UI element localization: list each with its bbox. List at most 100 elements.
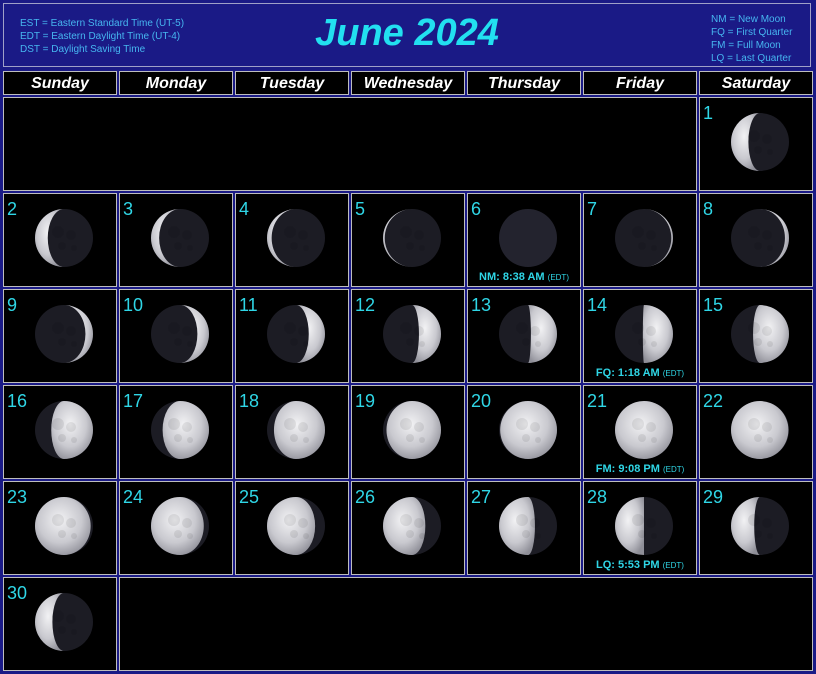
event-time: LQ: 5:53 PM [596,559,663,571]
moon-phase-icon [499,401,557,459]
day-cell[interactable]: 13 [467,289,581,383]
day-number: 27 [471,487,492,507]
day-cell[interactable]: 14 FQ: 1:18 AM (EDT) [583,289,697,383]
day-cell[interactable]: 4 [235,193,349,287]
day-cell[interactable]: 17 [119,385,233,479]
moon-phase-icon [35,497,93,555]
moon-phase-icon [151,305,209,363]
day-cell[interactable]: 7 [583,193,697,287]
day-cell[interactable]: 11 [235,289,349,383]
day-cell[interactable]: 22 [699,385,813,479]
moon-phase-icon [731,497,789,555]
weekday-header-friday: Friday [583,71,697,95]
moon-phase-icon [499,209,557,267]
day-number: 4 [239,199,250,219]
day-number: 11 [239,295,258,315]
day-cell[interactable]: 23 [3,481,117,575]
day-cell[interactable]: 24 [119,481,233,575]
day-cell[interactable]: 20 [467,385,581,479]
day-number: 30 [7,583,28,603]
moon-phase-icon [267,401,325,459]
moon-lit-portion [500,401,557,459]
day-number: 5 [355,199,366,219]
moon-phase-icon [267,209,325,267]
day-cell[interactable]: 30 [3,577,117,671]
day-cell[interactable]: 2 [3,193,117,287]
day-cell[interactable]: 25 [235,481,349,575]
day-number: 26 [355,487,376,507]
day-cell[interactable]: 8 [699,193,813,287]
day-number: 12 [355,295,376,315]
legend-fm: FM = Full Moon [711,40,781,51]
day-cell[interactable]: 28 LQ: 5:53 PM (EDT) [583,481,697,575]
moon-lit-portion [753,305,789,363]
day-number: 2 [7,199,18,219]
day-number: 13 [471,295,492,315]
moon-phase-icon [499,305,557,363]
day-cell[interactable]: 18 [235,385,349,479]
moon-lit-portion [499,497,535,555]
moon-lit-portion [267,497,316,555]
day-cell[interactable]: 10 [119,289,233,383]
day-cell[interactable]: 27 [467,481,581,575]
empty-cells-trailing [119,577,813,671]
moon-phase-icon [151,209,209,267]
event-timezone: (EDT) [662,465,685,474]
day-number: 3 [123,199,134,219]
day-number: 9 [7,295,18,315]
event-time: FM: 9:08 PM [595,463,663,475]
moon-lit-portion [35,497,91,555]
moon-event-label: LQ: 5:53 PM (EDT) [584,559,696,571]
day-cell[interactable]: 1 [699,97,813,191]
weekday-header-sunday: Sunday [3,71,117,95]
day-number: 8 [703,199,714,219]
day-number: 18 [239,391,260,411]
moon-phase-icon [731,401,789,459]
phase-legend: NM = New Moon FQ = First Quarter FM = Fu… [711,13,792,65]
day-number: 25 [239,487,260,507]
moon-phase-icon [731,305,789,363]
day-number: 24 [123,487,144,507]
moon-phase-icon [383,209,441,267]
day-number: 10 [123,295,144,315]
day-cell[interactable]: 15 [699,289,813,383]
legend-fq: FQ = First Quarter [711,27,793,38]
moon-phase-icon [35,401,94,459]
day-cell[interactable]: 19 [351,385,465,479]
moon-phase-icon [615,401,673,459]
day-number: 19 [355,391,376,411]
moon-dark-disc [499,209,557,267]
day-cell[interactable]: 21 FM: 9:08 PM (EDT) [583,385,697,479]
event-time: FQ: 1:18 AM [595,367,663,379]
day-cell[interactable]: 5 [351,193,465,287]
day-number: 16 [7,391,28,411]
day-number: 20 [471,391,492,411]
moon-phase-icon [731,113,789,171]
moon-event-label: NM: 8:38 AM (EDT) [468,271,580,283]
day-cell[interactable]: 6 NM: 8:38 AM (EDT) [467,193,581,287]
moon-phase-icon [267,305,325,363]
calendar-header: EST = Eastern Standard Time (UT-5) EDT =… [3,3,811,67]
event-timezone: (EDT) [662,561,684,570]
moon-phase-icon [499,497,557,555]
moon-phase-icon [383,401,441,459]
moon-phase-icon [267,497,325,555]
moon-phase-icon [151,497,209,555]
weekday-header-saturday: Saturday [699,71,813,95]
day-cell[interactable]: 26 [351,481,465,575]
weekday-header-monday: Monday [119,71,233,95]
day-cell[interactable]: 12 [351,289,465,383]
weekday-header-wednesday: Wednesday [351,71,465,95]
day-number: 15 [703,295,724,315]
moon-phase-icon [383,497,441,555]
day-cell[interactable]: 29 [699,481,813,575]
weekday-header-tuesday: Tuesday [235,71,349,95]
day-number: 1 [703,103,714,123]
day-cell[interactable]: 3 [119,193,233,287]
moon-phase-icon [383,305,441,363]
legend-lq: LQ = Last Quarter [711,53,792,64]
day-cell[interactable]: 16 [3,385,117,479]
day-cell[interactable]: 9 [3,289,117,383]
moon-phase-icon [35,209,93,267]
day-number: 17 [123,391,144,411]
